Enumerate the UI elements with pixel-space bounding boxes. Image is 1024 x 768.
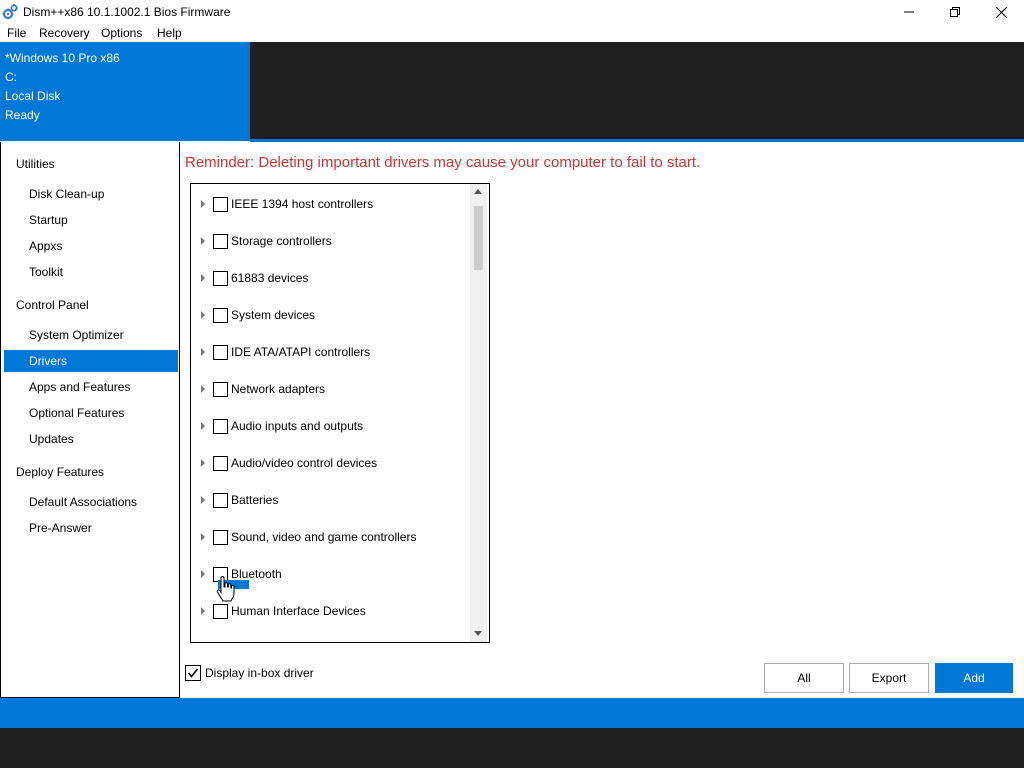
expand-arrow-icon[interactable] [201,533,205,541]
tree-row[interactable]: System devices [191,304,471,326]
tree-checkbox[interactable] [213,419,228,434]
session-drive: C: [5,70,17,84]
menu-file[interactable]: File [7,26,26,40]
header-accent-line [250,139,1024,142]
status-bar [0,698,1024,728]
nav-group-utilities: Utilities [16,157,55,171]
tree-row[interactable]: Human Interface Devices [191,600,471,622]
tree-label: IEEE 1394 host controllers [231,197,374,211]
driver-tree: IEEE 1394 host controllers Storage contr… [190,183,490,643]
expand-arrow-icon[interactable] [201,274,205,282]
restore-icon [950,7,960,17]
expand-arrow-icon[interactable] [201,385,205,393]
nav-item-default-associations[interactable]: Default Associations [4,491,178,513]
tree-checkbox[interactable] [213,456,228,471]
session-status: Ready [5,108,40,122]
menu-recovery[interactable]: Recovery [39,26,90,40]
vertical-scrollbar[interactable] [470,184,487,642]
tree-checkbox[interactable] [213,234,228,249]
tree-row[interactable]: 61883 devices [191,267,471,289]
tree-row[interactable]: Storage controllers [191,230,471,252]
tree-checkbox[interactable] [213,493,228,508]
nav-item-disk-clean-up[interactable]: Disk Clean-up [4,183,178,205]
display-inbox-driver-label[interactable]: Display in-box driver [205,666,314,680]
window-title: Dism++x86 10.1.1002.1 Bios Firmware [23,5,231,19]
menu-help[interactable]: Help [157,26,182,40]
tree-label: Bluetooth [231,567,282,581]
minimize-button[interactable] [886,0,932,24]
expand-arrow-icon[interactable] [201,496,205,504]
tree-label: Human Interface Devices [231,604,366,618]
expand-arrow-icon[interactable] [201,200,205,208]
gears-icon [2,4,18,20]
title-bar: Dism++x86 10.1.1002.1 Bios Firmware [0,0,1024,24]
nav-group-control-panel: Control Panel [16,298,89,312]
session-disk-type: Local Disk [5,89,61,103]
expand-arrow-icon[interactable] [201,311,205,319]
tree-label: Audio inputs and outputs [231,419,364,433]
nav-item-drivers[interactable]: Drivers [4,350,178,372]
nav-item-updates[interactable]: Updates [4,428,178,450]
nav-item-system-optimizer[interactable]: System Optimizer [4,324,178,346]
expand-arrow-icon[interactable] [201,348,205,356]
expand-arrow-icon[interactable] [201,570,205,578]
taskbar-strip [0,728,1024,768]
menu-bar: File Recovery Options Help [0,24,1024,42]
tree-label: 61883 devices [231,271,309,285]
expand-arrow-icon[interactable] [201,607,205,615]
reminder-text: Reminder: Deleting important drivers may… [185,154,701,171]
all-button[interactable]: All [764,663,844,693]
tree-checkbox[interactable] [213,604,228,619]
session-strip [250,42,1024,141]
tree-checkbox[interactable] [213,308,228,323]
session-os-name: *Windows 10 Pro x86 [5,51,120,65]
expand-arrow-icon[interactable] [201,237,205,245]
tree-row[interactable]: Audio/video control devices [191,452,471,474]
tree-label: Network adapters [231,382,326,396]
tree-label: System devices [231,308,316,322]
tree-label: Audio/video control devices [231,456,378,470]
expand-arrow-icon[interactable] [201,422,205,430]
menu-options[interactable]: Options [101,26,142,40]
session-info-panel[interactable]: *Windows 10 Pro x86 C: Local Disk Ready [0,42,250,141]
tree-checkbox[interactable] [213,345,228,360]
close-button[interactable] [978,0,1024,24]
nav-item-startup[interactable]: Startup [4,209,178,231]
tree-label: Sound, video and game controllers [231,530,417,544]
export-button[interactable]: Export [849,663,929,693]
tree-row[interactable]: Batteries [191,489,471,511]
nav-item-optional-features[interactable]: Optional Features [4,402,178,424]
close-icon [995,6,1007,18]
restore-button[interactable] [932,0,978,24]
display-inbox-driver-checkbox[interactable] [185,665,201,681]
tree-row[interactable]: Audio inputs and outputs [191,415,471,437]
nav-item-pre-answer[interactable]: Pre-Answer [4,517,178,539]
tree-checkbox[interactable] [213,382,228,397]
nav-item-toolkit[interactable]: Toolkit [4,261,178,283]
minimize-icon [904,11,914,13]
scroll-thumb[interactable] [474,206,483,270]
tree-label: IDE ATA/ATAPI controllers [231,345,371,359]
tree-label: Batteries [231,493,279,507]
nav-group-deploy-features: Deploy Features [16,465,105,479]
tree-checkbox[interactable] [213,197,228,212]
checkmark-icon [187,668,199,678]
add-button[interactable]: Add [935,663,1013,693]
tree-row[interactable]: Sound, video and game controllers [191,526,471,548]
tree-checkbox[interactable] [213,530,228,545]
nav-item-appxs[interactable]: Appxs [4,235,178,257]
scroll-up-icon[interactable] [474,189,482,194]
tree-row[interactable]: IEEE 1394 host controllers [191,193,471,215]
tree-label: Storage controllers [231,234,332,248]
tree-checkbox[interactable] [213,271,228,286]
expand-arrow-icon[interactable] [201,459,205,467]
tree-row[interactable]: Network adapters [191,378,471,400]
sidebar: Utilities Disk Clean-up Startup Appxs To… [0,142,180,698]
scroll-down-icon[interactable] [474,631,482,636]
tree-row[interactable]: IDE ATA/ATAPI controllers [191,341,471,363]
hand-cursor-icon [216,576,235,602]
nav-item-apps-and-features[interactable]: Apps and Features [4,376,178,398]
